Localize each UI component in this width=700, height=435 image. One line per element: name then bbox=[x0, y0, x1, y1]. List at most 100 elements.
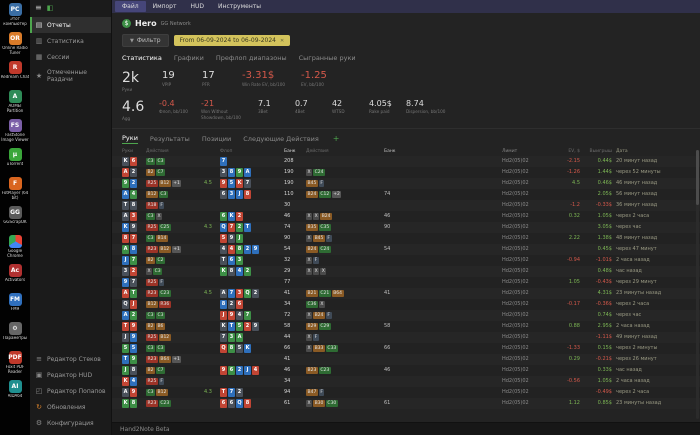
table-tab-hands[interactable]: Руки bbox=[122, 134, 138, 144]
sidebar-item-reports[interactable]: ▤ Отчеты bbox=[30, 17, 111, 33]
menu-tools[interactable]: Инструменты bbox=[211, 1, 268, 12]
tab-statistics[interactable]: Статистика bbox=[122, 54, 162, 63]
ev-value: -1.2 bbox=[570, 202, 580, 208]
board-cards: KT529 bbox=[220, 321, 284, 331]
table-row[interactable]: T 9 B2 B6 K T 5 2 9 58 B29 C29 58 Hd2(05)02 0.88 2.95$ 2… bbox=[112, 320, 700, 332]
ev-value: 1.12 bbox=[568, 400, 580, 406]
table-row[interactable]: J 8 B2 C7 9 6 2 J 4 46 B23 C23 46 Hd2(05)02 0.33$ час н… bbox=[112, 364, 700, 376]
card-5d: 5 bbox=[228, 178, 235, 188]
desktop-icon-chrome[interactable]: Google Chrome bbox=[0, 235, 30, 263]
pot-size: 34 bbox=[284, 378, 291, 384]
table-row[interactable]: A 2 C3 C3 J 9 4 7 72 X B24 F Hd2(05)02 0.74$ через час bbox=[112, 309, 700, 321]
table-row[interactable]: A 4 B12 C3 6 3 J 8 110 B24 C12 +2 74 Hd2(05)02 2.05$ 56… bbox=[112, 188, 700, 200]
menu-icon[interactable]: ≡ bbox=[35, 3, 42, 12]
board-cards: 66Q8 bbox=[220, 398, 284, 408]
scrollbar-thumb[interactable] bbox=[696, 150, 699, 205]
table-row[interactable]: K 9 R25 C25 4.3 Q 7 2 T 74 B35 C35 90 Hd2(05)02 3.05$ ч… bbox=[112, 221, 700, 233]
ev-value: 1.05 bbox=[568, 279, 580, 285]
desktop-icon-fm9[interactable]: FM FM9 bbox=[0, 293, 30, 321]
sidebar-item-configuration[interactable]: ⚙ Конфигурация bbox=[30, 415, 111, 431]
scrollbar[interactable] bbox=[696, 150, 699, 419]
table-row[interactable]: 5 5 C3 C3 Q 8 5 K 66 X B33 C33 66 Hd2(05)02 -1.33 0.15$… bbox=[112, 342, 700, 354]
table-row[interactable]: 9 7 R25 F 77 Hd2(05)02 1.05 -0.43$ через 29 мину… bbox=[112, 276, 700, 288]
postflop-actions: B29 C29 bbox=[306, 322, 384, 330]
card-Ah: A bbox=[122, 288, 129, 298]
table-row[interactable]: 9 2 R25 B12 +1 4.5 9 5 K 7 190 B45 F Hd2(05)02 4.5 0.46… bbox=[112, 177, 700, 189]
desktop-icon-faststone[interactable]: FS FastStone Image Viewer bbox=[0, 119, 30, 147]
sidebar-item-popup-editor[interactable]: ◰ Редактор Попапов bbox=[30, 383, 111, 399]
table-row[interactable]: 8 7 C3 B14 5 9 J 90 X B45 F Hd2(05)02 2.22 1.38$ 48 ми… bbox=[112, 232, 700, 244]
table-tab-positions[interactable]: Позиции bbox=[202, 135, 231, 143]
menu-file[interactable]: Файл bbox=[115, 1, 146, 12]
postflop-actions: B24 C24 bbox=[306, 245, 384, 253]
tab-preflop-ranges[interactable]: Префлоп диапазоны bbox=[216, 54, 287, 63]
card-As: A bbox=[220, 288, 227, 298]
stat-label: WTSD bbox=[331, 109, 345, 115]
card-5c: 5 bbox=[236, 321, 243, 331]
hole-cards: AT bbox=[122, 288, 146, 298]
sidebar-item-marked-hands[interactable]: ★ Отмеченные Раздачи bbox=[30, 65, 111, 87]
table-row[interactable]: K 8 R23 C23 6 6 Q 8 61 X B30 C30 61 Hd2(05)02 1.12 0.85… bbox=[112, 397, 700, 409]
card-4d: 4 bbox=[130, 376, 137, 386]
menu-import[interactable]: Импорт bbox=[146, 1, 184, 12]
card-Qd: Q bbox=[236, 398, 243, 408]
table-row[interactable]: T 8 R18 F 30 Hd2(05)02 -1.2 -0.33$ 36 минут наза… bbox=[112, 199, 700, 211]
won-value: 1.05$ bbox=[597, 213, 612, 219]
table-row[interactable]: Q J B12 R36 8 2 6 34 C36 X Hd2(05)02 -0.17 -0.36$ чер… bbox=[112, 298, 700, 310]
card-9s: 9 bbox=[252, 321, 259, 331]
action-chip: B24 bbox=[306, 245, 318, 253]
card-7h: 7 bbox=[130, 233, 137, 243]
desktop-icon-params[interactable]: ⚙ Параметры bbox=[0, 322, 30, 350]
statistics-icon: ▥ bbox=[35, 37, 43, 45]
desktop-icon-online-radio[interactable]: OR Online Radio Tuner bbox=[0, 32, 30, 60]
filter-button[interactable]: ▼ Фильтр bbox=[122, 34, 169, 47]
table-row[interactable]: A 2 B2 C7 3 8 9 A 190 X C24 Hd2(05)02 -1.26 1.44$ чере… bbox=[112, 166, 700, 178]
desktop-icon-pdf-reader[interactable]: PDF Foxit PDF Reader bbox=[0, 351, 30, 379]
desktop-icon-aida64[interactable]: AI AIDA64 bbox=[0, 380, 30, 408]
sidebar-item-sessions[interactable]: ▦ Сессии bbox=[30, 49, 111, 65]
preflop-actions: R25 F bbox=[146, 278, 204, 286]
table-row[interactable]: J 7 B2 C2 T 6 3 32 X F Hd2(05)02 -0.94 -1.01$ 2 часа … bbox=[112, 254, 700, 266]
table-row[interactable]: 3 2 X C3 K 8 4 2 29 X X X Hd2(05)02 0.48$ час назад bbox=[112, 265, 700, 277]
menu-hud[interactable]: HUD bbox=[184, 1, 212, 12]
table-tab-next-actions[interactable]: Следующие Действия bbox=[243, 135, 319, 143]
table-tab-results[interactable]: Результаты bbox=[150, 135, 190, 143]
desktop-icon-activators[interactable]: Ac Activators bbox=[0, 264, 30, 292]
action-chip: X bbox=[306, 267, 313, 275]
table-row[interactable]: J 9 R25 B12 7 3 A 44 X F Hd2(05)02 -1.11$ 49 минут н… bbox=[112, 331, 700, 343]
desktop-icon-redream[interactable]: R Redream Chat bbox=[0, 61, 30, 89]
action-chip: B12 bbox=[158, 245, 171, 253]
plus-icon[interactable]: + bbox=[333, 134, 340, 143]
desktop-icon-this-pc[interactable]: PC Этот компьютер bbox=[0, 3, 30, 31]
table-row[interactable]: A T R23 C23 4.5 A 7 3 Q 2 41 B21 C21 B64 41 Hd2(05)02 4.… bbox=[112, 287, 700, 299]
desktop-icon-label: Google Chrome bbox=[7, 249, 23, 258]
preflop-actions: R23 B12 +1 bbox=[146, 245, 204, 253]
table-row[interactable]: A 9 C3 B12 4.3 T 7 2 94 B47 F Hd2(05)02 -0.49$ через … bbox=[112, 386, 700, 398]
action-chip: R23 bbox=[146, 399, 158, 407]
sidebar-item-updates[interactable]: ↻ Обновления bbox=[30, 399, 111, 415]
desktop-icon-fotplayer[interactable]: F FotPlayer (64 bit) bbox=[0, 177, 30, 205]
card-Kd: K bbox=[228, 211, 235, 221]
sidebar-item-hud-editor[interactable]: ▣ Редактор HUD bbox=[30, 367, 111, 383]
tab-graphs[interactable]: Графики bbox=[174, 54, 204, 63]
action-chip: X bbox=[306, 212, 313, 220]
tab-played-hands[interactable]: Сыгранные руки bbox=[299, 54, 356, 63]
table-row[interactable]: A 3 C3 X 6 K 2 46 X X B24 46 Hd2(05)02 0.32 1.05$ через… bbox=[112, 210, 700, 222]
close-icon[interactable]: ✕ bbox=[280, 38, 284, 44]
desktop-icon-utorrent[interactable]: µ uTorrent bbox=[0, 148, 30, 176]
sidebar-item-statistics[interactable]: ▥ Статистика bbox=[30, 33, 111, 49]
action-chip: C29 bbox=[318, 322, 331, 330]
table-row[interactable]: K 4 R25 F 34 Hd2(05)02 -0.56 1.05$ 2 часа назад bbox=[112, 375, 700, 387]
desktop-icon-ggscrapok[interactable]: GG GGScrapOK bbox=[0, 206, 30, 234]
table-row[interactable]: K 6 C3 C3 7 208 Hd2(05)02 -2.15 0.44$ 20 минут на… bbox=[112, 155, 700, 167]
sidebar-item-stack-editor[interactable]: ≡ Редактор Стеков bbox=[30, 351, 111, 367]
preflop-actions: R25 B12 bbox=[146, 333, 204, 341]
popup-editor-icon: ◰ bbox=[35, 387, 43, 395]
date-range-badge[interactable]: From 06-09-2024 to 06-09-2024 ✕ bbox=[173, 35, 291, 46]
table-row[interactable]: A 8 R23 B12 +1 4 4 8 2 9 54 B24 C24 54 Hd2(05)02 0.45$ ч… bbox=[112, 243, 700, 255]
action-chip: B12 bbox=[146, 190, 158, 198]
action-chip: C24 bbox=[318, 245, 331, 253]
desktop-icon-aomei[interactable]: A AOMEI Partition bbox=[0, 90, 30, 118]
table-row[interactable]: T 9 R23 B64 +1 41 Hd2(05)02 0.29 -0.21$ через 26 … bbox=[112, 353, 700, 365]
preflop-actions: X C3 bbox=[146, 267, 204, 275]
